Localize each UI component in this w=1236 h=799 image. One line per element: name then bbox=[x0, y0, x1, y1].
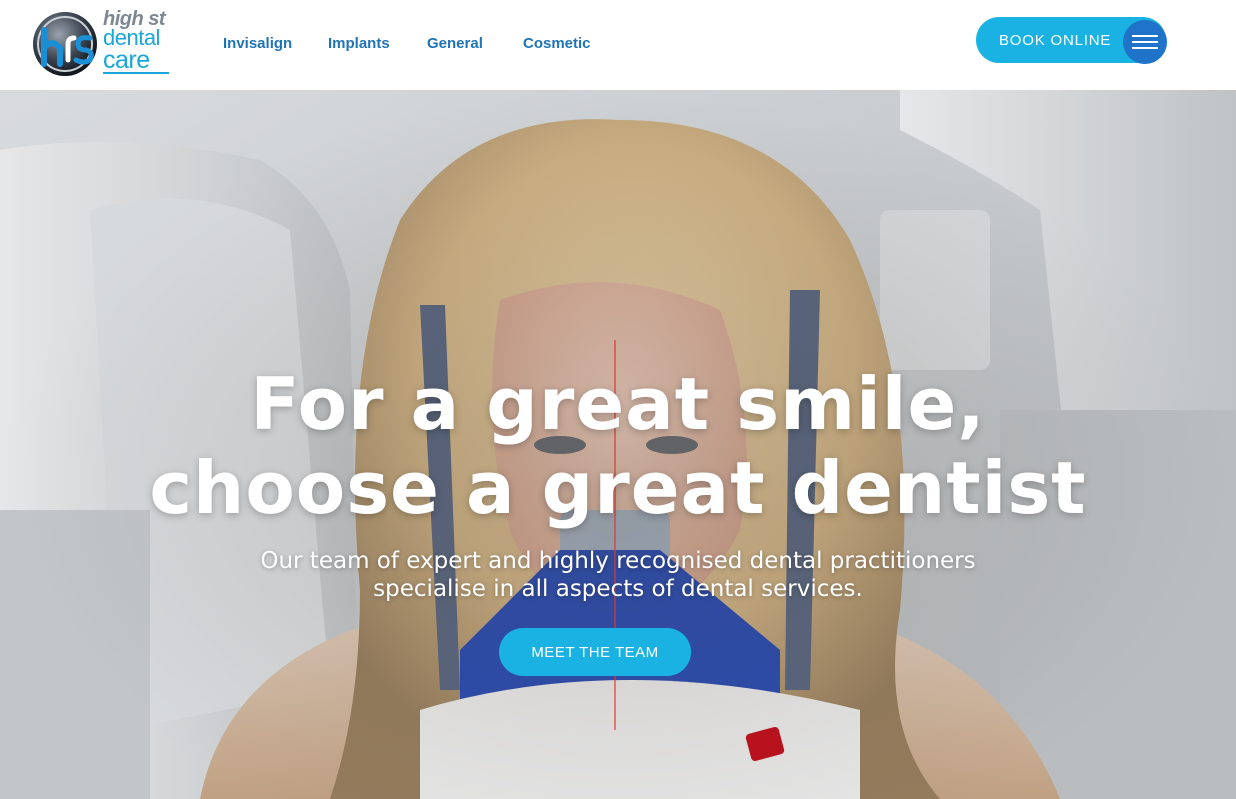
nav-item-cosmetic[interactable]: Cosmetic bbox=[523, 35, 591, 53]
hamburger-icon-bar bbox=[1132, 35, 1158, 37]
hamburger-icon-bar bbox=[1132, 41, 1158, 43]
hero-heading-line-2: choose a great dentist bbox=[149, 446, 1087, 530]
hamburger-menu-button[interactable] bbox=[1123, 20, 1167, 64]
hero-heading-line-1: For a great smile, bbox=[250, 362, 986, 446]
hero-subtitle: Our team of expert and highly recognised… bbox=[0, 547, 1236, 603]
nav-item-invisalign[interactable]: Invisalign bbox=[223, 35, 292, 53]
logo-text-care: care bbox=[103, 46, 150, 74]
logo-underline bbox=[103, 72, 169, 74]
hero-section: For a great smile, choose a great dentis… bbox=[0, 90, 1236, 799]
hero-heading: For a great smile, choose a great dentis… bbox=[0, 362, 1236, 530]
site-header: high st dental care Invisalign Implants … bbox=[0, 0, 1236, 90]
site-logo[interactable]: high st dental care bbox=[30, 8, 172, 78]
hero-subtitle-line-1: Our team of expert and highly recognised… bbox=[260, 548, 976, 574]
hero-subtitle-line-2: specialise in all aspects of dental serv… bbox=[373, 576, 863, 602]
meet-the-team-button[interactable]: MEET THE TEAM bbox=[499, 628, 691, 676]
nav-item-general[interactable]: General bbox=[427, 35, 483, 53]
nav-item-implants[interactable]: Implants bbox=[328, 35, 390, 53]
hamburger-icon-bar bbox=[1132, 47, 1158, 49]
logo-mark-icon bbox=[33, 12, 97, 76]
